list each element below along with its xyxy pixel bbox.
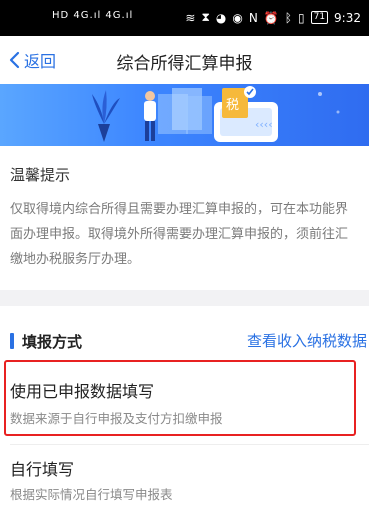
- option-description: 根据实际情况自行填写申报表: [10, 487, 173, 502]
- nfc-icon: N: [248, 10, 258, 25]
- plant-icon: [92, 90, 120, 142]
- svg-text:税: 税: [226, 98, 239, 113]
- notice-title: 温馨提示: [10, 166, 71, 184]
- signal-indicator: HD 4G.ıl 4G.ıl: [52, 10, 134, 21]
- page-title: 综合所得汇算申报: [116, 54, 253, 74]
- header-banner: 税 ‹‹‹‹: [0, 84, 369, 146]
- eye-icon: ◉: [232, 10, 243, 25]
- person-figure: [144, 91, 156, 141]
- battery-indicator: 71: [310, 11, 329, 24]
- status-icons: ≋ ⧗ ◕ ◉ N ⏰ ᛒ ▯ 71 9:32: [185, 10, 361, 25]
- section-title: 填报方式: [22, 333, 83, 351]
- status-bar: HD 4G.ıl 4G.ıl ≋ ⧗ ◕ ◉ N ⏰ ᛒ ▯ 71 9:32: [0, 0, 369, 36]
- view-income-tax-data-link[interactable]: 查看收入纳税数据: [247, 330, 367, 351]
- nav-bar: 返回 综合所得汇算申报: [0, 36, 369, 84]
- section-header: 填报方式 查看收入纳税数据: [0, 320, 369, 360]
- banner-illustration: 税 ‹‹‹‹: [92, 86, 340, 142]
- option-self-fill[interactable]: 自行填写 根据实际情况自行填写申报表: [0, 446, 369, 506]
- vibrate-icon: ▯: [297, 10, 305, 25]
- notice-card: 温馨提示 仅取得境内综合所得且需要办理汇算申报的，可在本功能界面办理申报。取得境…: [0, 146, 369, 290]
- svg-text:‹‹‹‹: ‹‹‹‹: [255, 118, 273, 131]
- notice-body: 仅取得境内综合所得且需要办理汇算申报的，可在本功能界面办理申报。取得境外所得需要…: [10, 202, 349, 267]
- wifi-icon: ≋: [185, 10, 196, 25]
- hourglass-icon: ⧗: [201, 10, 210, 24]
- clock: 9:32: [334, 10, 361, 25]
- alarm-icon: ⏰: [263, 10, 279, 25]
- divider: [10, 444, 369, 445]
- wechat-icon: ◕: [215, 10, 227, 25]
- section-accent-bar: [10, 333, 14, 349]
- bluetooth-icon: ᛒ: [284, 10, 292, 25]
- option-label: 自行填写: [10, 460, 75, 479]
- filing-method-section: 填报方式 查看收入纳税数据 使用已申报数据填写 数据来源于自行申报及支付方扣缴申…: [0, 306, 369, 531]
- highlight-box: [4, 360, 356, 436]
